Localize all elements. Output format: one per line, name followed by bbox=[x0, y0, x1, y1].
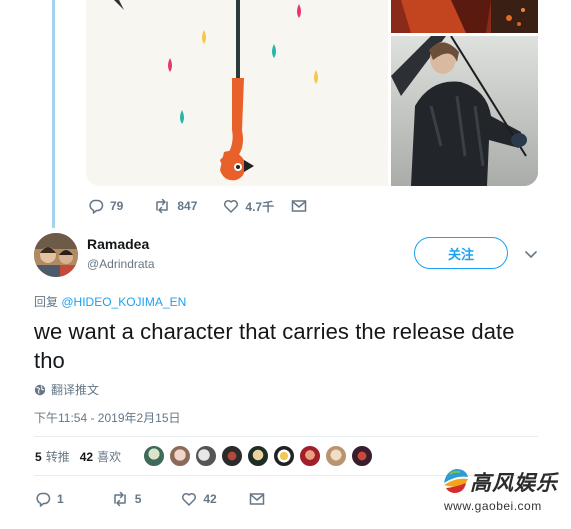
prev-tweet-actions: 79 847 4.7千 bbox=[88, 196, 307, 216]
envelope-icon bbox=[249, 493, 264, 505]
tweet-stats: 5 转推 42 喜欢 bbox=[35, 448, 131, 465]
liker-avatar[interactable] bbox=[247, 445, 269, 467]
liker-avatar[interactable] bbox=[351, 445, 373, 467]
reply-action[interactable]: 79 bbox=[88, 198, 123, 214]
envelope-icon bbox=[291, 200, 307, 212]
media-image-umbrella[interactable] bbox=[86, 0, 388, 186]
heart-icon bbox=[224, 199, 239, 213]
tweet-text: we want a character that carries the rel… bbox=[34, 319, 515, 373]
translate-label: 翻译推文 bbox=[51, 383, 100, 397]
watermark-brand: 高风娱乐 bbox=[470, 470, 558, 495]
avatar[interactable] bbox=[34, 233, 78, 277]
follow-button[interactable]: 关注 bbox=[414, 237, 508, 269]
retweet-icon bbox=[113, 491, 126, 507]
watermark-url: www.gaobei.com bbox=[444, 499, 542, 513]
liker-avatar[interactable] bbox=[195, 445, 217, 467]
umbrella-illustration bbox=[86, 0, 388, 186]
reply-count: 79 bbox=[110, 199, 124, 213]
retweet-icon bbox=[156, 198, 169, 214]
liker-avatar[interactable] bbox=[325, 445, 347, 467]
liker-avatar[interactable] bbox=[299, 445, 321, 467]
character-art-top bbox=[391, 0, 538, 33]
avatar-photo bbox=[34, 233, 78, 277]
like-stat-count: 42 bbox=[79, 450, 94, 464]
message-action[interactable] bbox=[291, 199, 307, 213]
retweet-stat-label: 转推 bbox=[45, 450, 70, 464]
globe-icon bbox=[34, 384, 46, 395]
reply-action[interactable]: 1 bbox=[35, 491, 64, 507]
reply-to-link[interactable]: @HIDEO_KOJIMA_EN bbox=[61, 295, 186, 309]
liker-avatars bbox=[143, 445, 377, 467]
more-options-button[interactable] bbox=[523, 246, 539, 262]
user-name[interactable]: Ramadea bbox=[87, 236, 149, 252]
divider bbox=[34, 436, 538, 437]
watermark: 高风娱乐 www.gaobei.com bbox=[440, 465, 566, 517]
reply-tweet-actions: 1 5 42 bbox=[35, 489, 265, 509]
retweet-count: 5 bbox=[134, 492, 142, 506]
reply-icon bbox=[89, 199, 104, 214]
message-action[interactable] bbox=[249, 492, 265, 506]
translate-tweet-link[interactable]: 翻译推文 bbox=[34, 381, 99, 398]
like-action[interactable]: 42 bbox=[181, 491, 217, 507]
retweet-stat-count: 5 bbox=[35, 450, 42, 464]
character-art-bottom bbox=[391, 36, 538, 186]
retweet-action[interactable]: 5 bbox=[111, 491, 142, 507]
reply-context: 回复 @HIDEO_KOJIMA_EN bbox=[34, 293, 186, 310]
like-count: 42 bbox=[203, 492, 217, 506]
user-handle[interactable]: @Adrindrata bbox=[87, 257, 155, 271]
reply-count: 1 bbox=[57, 492, 64, 506]
media-image-character-bottom[interactable] bbox=[391, 36, 538, 186]
media-image-character-top[interactable] bbox=[391, 0, 538, 33]
watermark-logo-icon bbox=[444, 469, 468, 493]
retweet-count: 847 bbox=[177, 199, 198, 213]
like-stat[interactable]: 42 喜欢 bbox=[80, 448, 121, 465]
like-action[interactable]: 4.7千 bbox=[223, 198, 274, 215]
reply-prefix: 回复 bbox=[34, 295, 59, 309]
thread-line bbox=[52, 0, 55, 228]
retweet-action[interactable]: 847 bbox=[153, 198, 197, 214]
tweet-timestamp[interactable]: 下午11:54 - 2019年2月15日 bbox=[34, 409, 181, 426]
like-count: 4.7千 bbox=[245, 199, 275, 214]
like-stat-label: 喜欢 bbox=[97, 450, 122, 464]
heart-icon bbox=[182, 492, 197, 506]
liker-avatar[interactable] bbox=[143, 445, 165, 467]
liker-avatar[interactable] bbox=[221, 445, 243, 467]
retweet-stat[interactable]: 5 转推 bbox=[35, 448, 70, 465]
reply-icon bbox=[36, 492, 51, 507]
liker-avatar[interactable] bbox=[273, 445, 295, 467]
chevron-down-icon bbox=[525, 251, 537, 258]
liker-avatar[interactable] bbox=[169, 445, 191, 467]
